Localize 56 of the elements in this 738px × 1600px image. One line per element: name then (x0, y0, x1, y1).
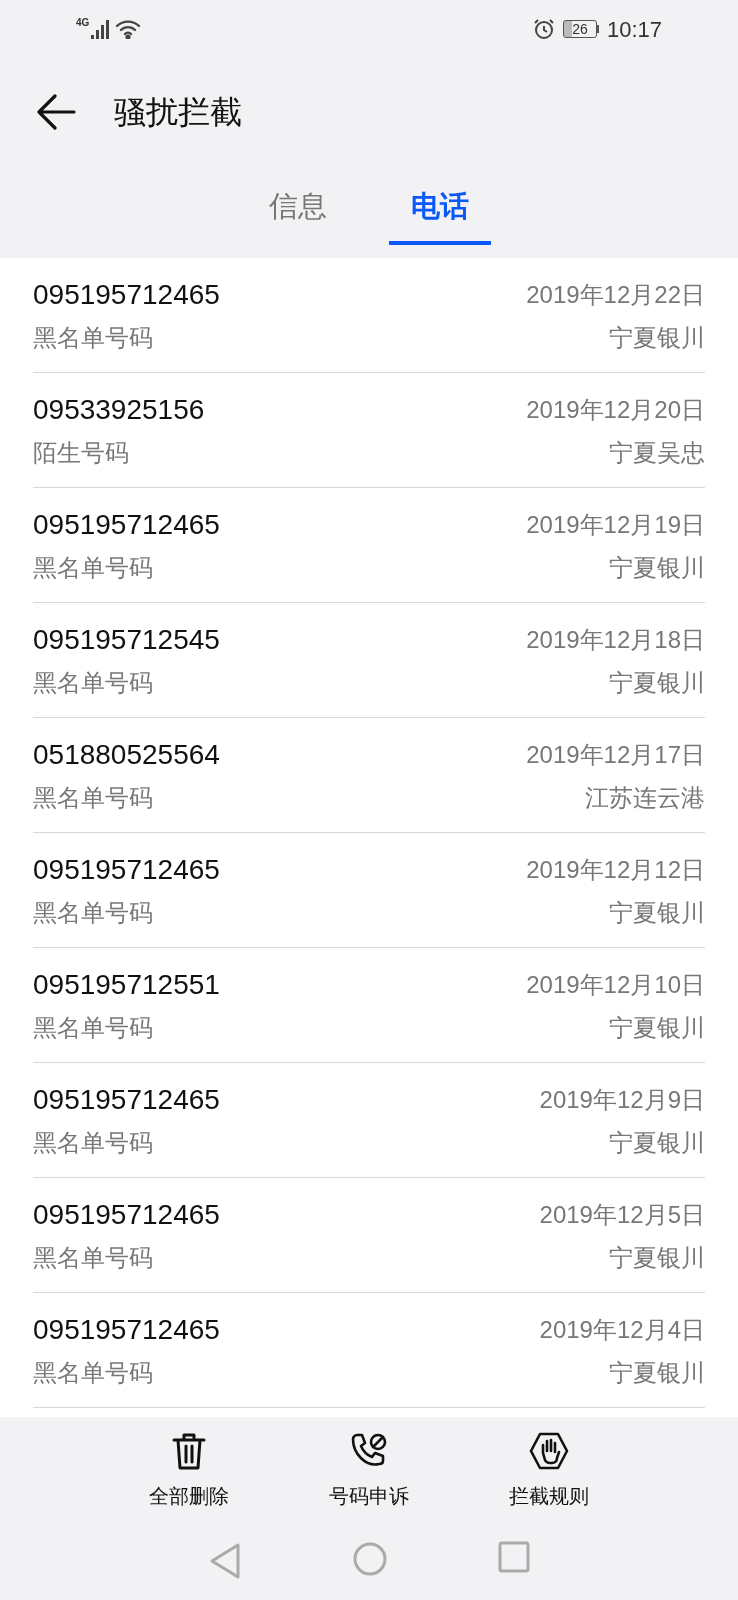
call-date: 2019年12月10日 (526, 970, 705, 1000)
recents-nav-icon[interactable] (498, 1541, 530, 1573)
battery-level: 26 (572, 22, 588, 36)
tab[interactable]: 信息 (247, 185, 349, 245)
action-button[interactable]: 号码申诉 (309, 1431, 429, 1535)
network-type: 4G (76, 16, 90, 30)
call-type: 黑名单号码 (33, 1243, 153, 1273)
tab[interactable]: 电话 (389, 185, 491, 245)
phone-number: 09533925156 (33, 393, 205, 427)
phone-number: 051880525564 (33, 738, 220, 772)
call-type: 黑名单号码 (33, 1358, 153, 1388)
call-type: 陌生号码 (33, 438, 129, 468)
call-location: 宁夏银川 (609, 1013, 705, 1043)
call-location: 宁夏银川 (609, 668, 705, 698)
call-date: 2019年12月19日 (526, 510, 705, 540)
call-type: 黑名单号码 (33, 898, 153, 928)
call-date: 2019年12月4日 (539, 1315, 705, 1345)
phone-number: 095195712465 (33, 508, 220, 542)
page-title: 骚扰拦截 (114, 92, 242, 132)
call-location: 宁夏银川 (609, 1243, 705, 1273)
call-location: 宁夏银川 (609, 898, 705, 928)
home-nav-icon[interactable] (352, 1541, 388, 1577)
call-location: 宁夏银川 (609, 1128, 705, 1158)
phone-number: 095195712465 (33, 278, 220, 312)
call-date: 2019年12月9日 (539, 1085, 705, 1115)
alarm-icon (532, 18, 555, 40)
call-type: 黑名单号码 (33, 668, 153, 698)
call-location: 宁夏吴忠 (609, 438, 705, 468)
action-button[interactable]: 全部删除 (129, 1431, 249, 1535)
back-nav-icon[interactable] (208, 1541, 242, 1581)
call-date: 2019年12月22日 (526, 280, 705, 310)
phone-number: 095195712465 (33, 1198, 220, 1232)
hand-stop-icon (529, 1431, 569, 1471)
wifi-icon (115, 19, 142, 39)
phone-number: 095195712465 (33, 853, 220, 887)
action-button[interactable]: 拦截规则 (489, 1431, 609, 1535)
call-type: 黑名单号码 (33, 783, 153, 813)
call-date: 2019年12月12日 (526, 855, 705, 885)
call-date: 2019年12月20日 (526, 395, 705, 425)
call-date: 2019年12月17日 (526, 740, 705, 770)
call-date: 2019年12月5日 (539, 1200, 705, 1230)
call-type: 黑名单号码 (33, 1013, 153, 1043)
back-icon[interactable] (36, 93, 76, 130)
call-type: 黑名单号码 (33, 323, 153, 353)
phone-number: 095195712465 (33, 1083, 220, 1117)
call-location: 宁夏银川 (609, 553, 705, 583)
call-location: 江苏连云港 (585, 783, 705, 813)
call-type: 黑名单号码 (33, 1128, 153, 1158)
clock: 10:17 (606, 15, 662, 44)
call-type: 黑名单号码 (33, 553, 153, 583)
call-location: 宁夏银川 (609, 323, 705, 353)
call-location: 宁夏银川 (609, 1358, 705, 1388)
call-date: 2019年12月18日 (526, 625, 705, 655)
phone-number: 095195712545 (33, 623, 220, 657)
phone-number: 095195712551 (33, 968, 220, 1002)
phone-number: 095195712465 (33, 1313, 220, 1347)
